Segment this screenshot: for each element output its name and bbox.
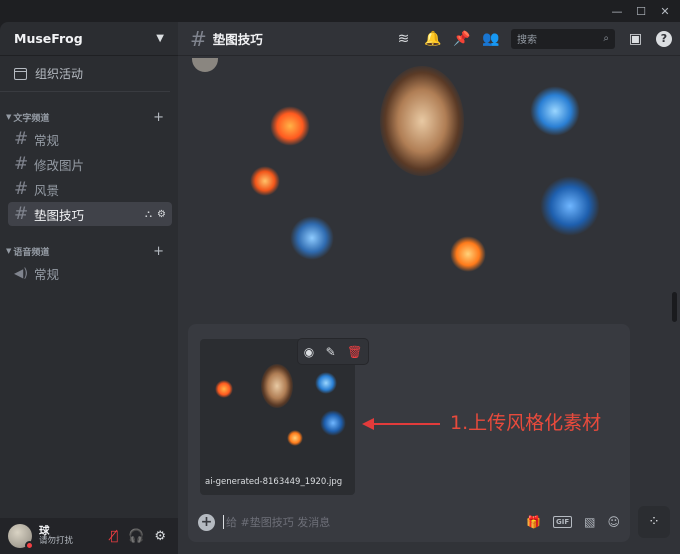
- search-input[interactable]: 搜索 ⌕: [511, 28, 615, 49]
- events-item[interactable]: 组织活动: [0, 56, 170, 92]
- members-icon[interactable]: 👥: [482, 31, 499, 47]
- voice-channels-category[interactable]: ▼ 语音频道 +: [0, 242, 178, 260]
- gif-button[interactable]: GIF: [553, 516, 573, 528]
- attachment-thumbnail: [205, 360, 350, 457]
- message-input-bar: + 🎁 GIF ▧ ☺: [198, 510, 620, 534]
- voice-category-label: 语音频道: [13, 247, 50, 258]
- threads-icon[interactable]: ≋: [395, 31, 412, 47]
- text-channels-category[interactable]: ▼ 文字频道 +: [0, 108, 178, 126]
- annotation-label: 1.上传风格化素材: [450, 412, 602, 434]
- window-controls: — ☐ ✕: [606, 2, 676, 20]
- trash-icon[interactable]: 🗑: [347, 345, 362, 359]
- hash-icon: #: [14, 154, 29, 174]
- channel-item-image-prompt-tips[interactable]: # 垫图技巧 ⛬ ⚙: [8, 202, 172, 226]
- gift-icon[interactable]: 🎁: [526, 515, 541, 529]
- channel-sidebar: MuseFrog ▼ 组织活动 ▼ 文字频道 + # 常规 # 修改图片 # 风景…: [0, 22, 178, 554]
- avatar[interactable]: [8, 524, 34, 550]
- message-author-avatar[interactable]: [192, 58, 218, 72]
- channel-label: 常规: [34, 266, 60, 282]
- channel-label: 常规: [34, 132, 60, 148]
- annotation-arrow: [362, 418, 442, 430]
- voice-channel-general[interactable]: ◀) 常规: [8, 261, 172, 285]
- user-info[interactable]: 球 请勿打扰: [39, 525, 73, 547]
- maximize-button[interactable]: ☐: [630, 2, 652, 20]
- events-label: 组织活动: [35, 67, 84, 81]
- scrollbar-thumb[interactable]: [672, 292, 677, 322]
- channel-title: 垫图技巧: [212, 32, 263, 47]
- hash-icon: #: [14, 179, 29, 199]
- close-button[interactable]: ✕: [654, 2, 676, 20]
- attachment-card[interactable]: ◉ ✎ 🗑 ai-generated-8163449_1920.jpg: [200, 339, 368, 495]
- add-channel-icon[interactable]: +: [153, 110, 164, 125]
- calendar-icon: [14, 67, 27, 80]
- emoji-icon[interactable]: ☺: [607, 515, 620, 529]
- message-image[interactable]: [230, 56, 610, 303]
- headphones-icon[interactable]: 🎧: [128, 529, 144, 544]
- chevron-down-icon: ▼: [156, 33, 164, 44]
- bell-icon[interactable]: 🔔: [424, 31, 441, 47]
- add-channel-icon[interactable]: +: [153, 244, 164, 259]
- attachment-filename: ai-generated-8163449_1920.jpg: [205, 477, 343, 487]
- pencil-icon[interactable]: ✎: [326, 345, 336, 359]
- eye-icon[interactable]: ◉: [304, 345, 314, 359]
- hash-icon: #: [14, 204, 29, 224]
- dnd-status-icon: [25, 541, 34, 550]
- search-icon: ⌕: [603, 33, 609, 44]
- hash-icon: #: [14, 129, 29, 149]
- server-header[interactable]: MuseFrog ▼: [0, 22, 178, 56]
- channel-header: # 垫图技巧 ≋ 🔔 📌 👥 搜索 ⌕ ▣ ?: [178, 22, 680, 56]
- gear-icon[interactable]: ⚙: [157, 209, 166, 220]
- inbox-icon[interactable]: ▣: [627, 31, 644, 47]
- message-input[interactable]: [223, 515, 493, 529]
- help-icon[interactable]: ?: [656, 30, 672, 47]
- channel-label: 垫图技巧: [34, 207, 85, 223]
- title-bar: — ☐ ✕: [0, 0, 680, 22]
- speaker-icon: ◀): [14, 266, 28, 280]
- hash-icon: #: [190, 26, 207, 51]
- gear-icon[interactable]: ⚙: [154, 529, 166, 544]
- channel-label: 风景: [34, 182, 60, 198]
- microphone-muted-icon[interactable]: 🎙̸: [110, 529, 118, 544]
- user-status: 请勿打扰: [39, 536, 74, 547]
- channel-label: 修改图片: [34, 157, 85, 173]
- channel-item-general[interactable]: # 常规: [8, 127, 172, 151]
- caret-down-icon: ▼: [6, 113, 12, 121]
- caret-down-icon: ▼: [6, 247, 12, 255]
- apps-icon: ⁘: [648, 514, 660, 530]
- apps-button[interactable]: ⁘: [638, 506, 670, 538]
- channel-item-scenery[interactable]: # 风景: [8, 177, 172, 201]
- channel-item-edit-images[interactable]: # 修改图片: [8, 152, 172, 176]
- minimize-button[interactable]: —: [606, 2, 628, 20]
- search-placeholder: 搜索: [517, 35, 537, 46]
- add-attachment-button[interactable]: +: [198, 513, 215, 531]
- invite-icon[interactable]: ⛬: [145, 209, 152, 220]
- pin-icon[interactable]: 📌: [453, 31, 470, 47]
- server-name: MuseFrog: [14, 31, 83, 46]
- sticker-icon[interactable]: ▧: [584, 515, 595, 529]
- text-category-label: 文字频道: [13, 113, 50, 124]
- chat-area: # 垫图技巧 ≋ 🔔 📌 👥 搜索 ⌕ ▣ ? ◉ ✎ 🗑 ai-generat…: [178, 22, 680, 554]
- user-panel: 球 请勿打扰 🎙̸ 🎧 ⚙: [0, 518, 178, 554]
